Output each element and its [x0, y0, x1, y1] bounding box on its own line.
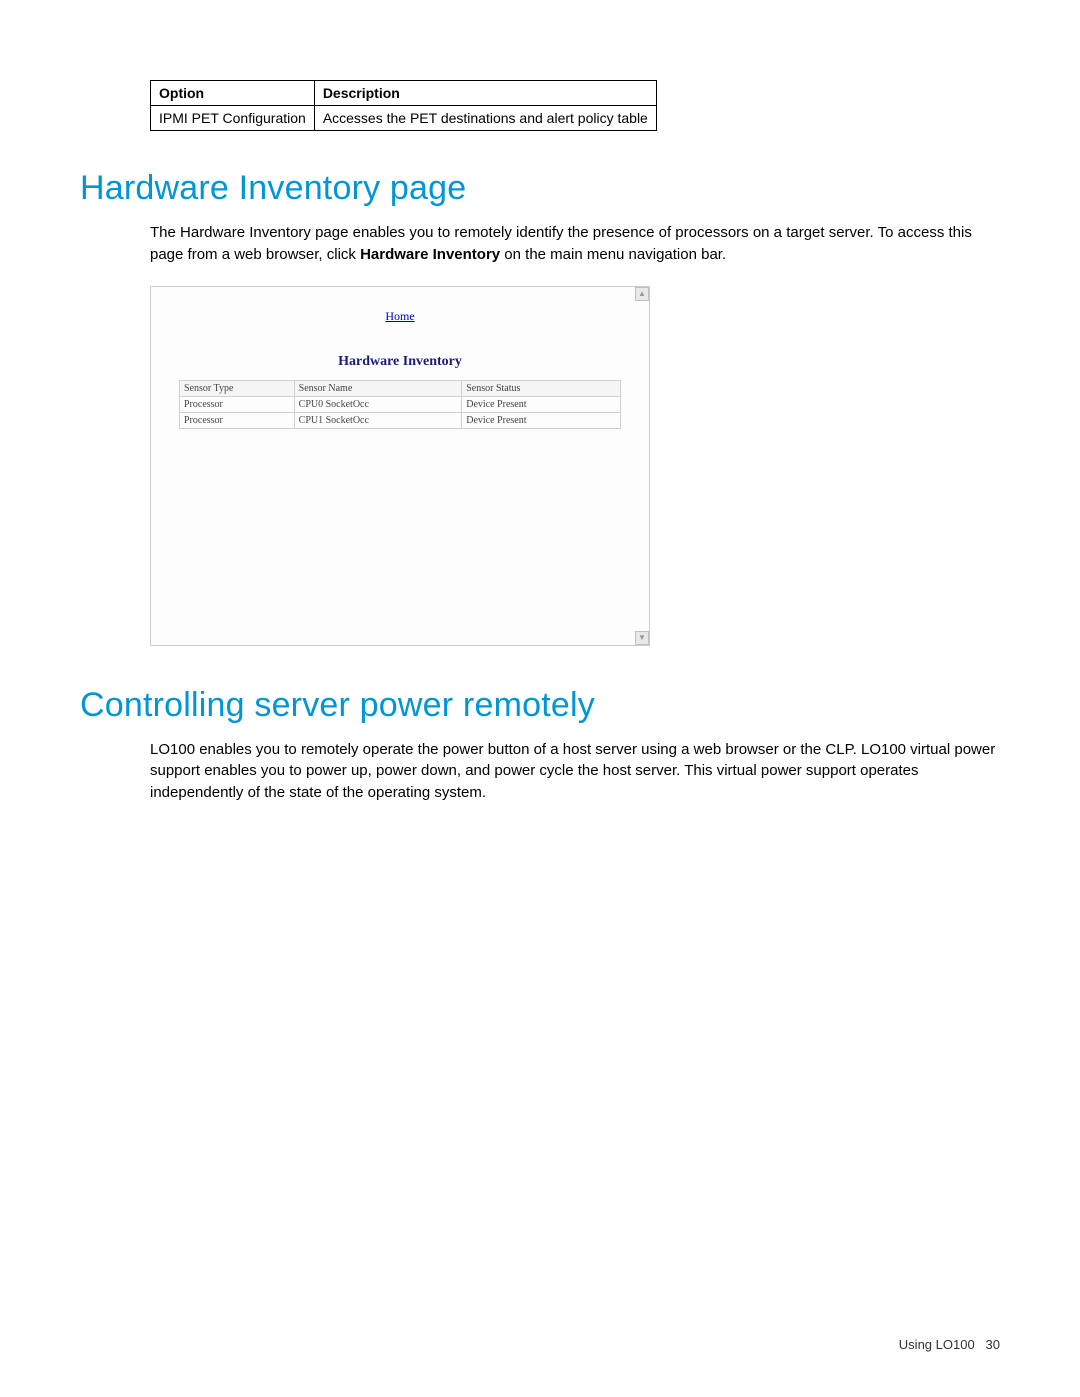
- screenshot-header-row: Sensor Type Sensor Name Sensor Status: [180, 380, 621, 396]
- screenshot-cell: Processor: [180, 396, 295, 412]
- header-description: Description: [314, 81, 656, 106]
- footer-page-number: 30: [986, 1337, 1000, 1352]
- screenshot-th-sensor-type: Sensor Type: [180, 380, 295, 396]
- screenshot-th-sensor-status: Sensor Status: [462, 380, 621, 396]
- screenshot-home-link: Home: [179, 309, 621, 324]
- screenshot-title: Hardware Inventory: [179, 354, 621, 370]
- section1-body-bold: Hardware Inventory: [360, 246, 500, 263]
- screenshot-cell: CPU1 SocketOcc: [294, 412, 462, 428]
- screenshot-cell: CPU0 SocketOcc: [294, 396, 462, 412]
- section-heading-hardware-inventory: Hardware Inventory page: [80, 169, 1000, 208]
- section2-body: LO100 enables you to remotely operate th…: [150, 739, 1000, 804]
- screenshot-cell: Device Present: [462, 396, 621, 412]
- footer-label: Using LO100: [899, 1337, 975, 1352]
- scroll-down-icon: ▼: [635, 631, 649, 645]
- page-footer: Using LO100 30: [899, 1337, 1000, 1352]
- hardware-inventory-screenshot: ▲ Home Hardware Inventory Sensor Type Se…: [150, 286, 650, 646]
- screenshot-row: Processor CPU1 SocketOcc Device Present: [180, 412, 621, 428]
- scroll-up-icon: ▲: [635, 287, 649, 301]
- screenshot-table: Sensor Type Sensor Name Sensor Status Pr…: [179, 380, 621, 429]
- header-option: Option: [151, 81, 315, 106]
- section1-body-post: on the main menu navigation bar.: [500, 246, 726, 263]
- option-table: Option Description IPMI PET Configuratio…: [150, 80, 657, 131]
- cell-description: Accesses the PET destinations and alert …: [314, 106, 656, 131]
- table-header-row: Option Description: [151, 81, 657, 106]
- screenshot-cell: Device Present: [462, 412, 621, 428]
- screenshot-row: Processor CPU0 SocketOcc Device Present: [180, 396, 621, 412]
- section1-body: The Hardware Inventory page enables you …: [150, 222, 1000, 266]
- screenshot-th-sensor-name: Sensor Name: [294, 380, 462, 396]
- section-heading-controlling-power: Controlling server power remotely: [80, 686, 1000, 725]
- cell-option: IPMI PET Configuration: [151, 106, 315, 131]
- screenshot-cell: Processor: [180, 412, 295, 428]
- table-row: IPMI PET Configuration Accesses the PET …: [151, 106, 657, 131]
